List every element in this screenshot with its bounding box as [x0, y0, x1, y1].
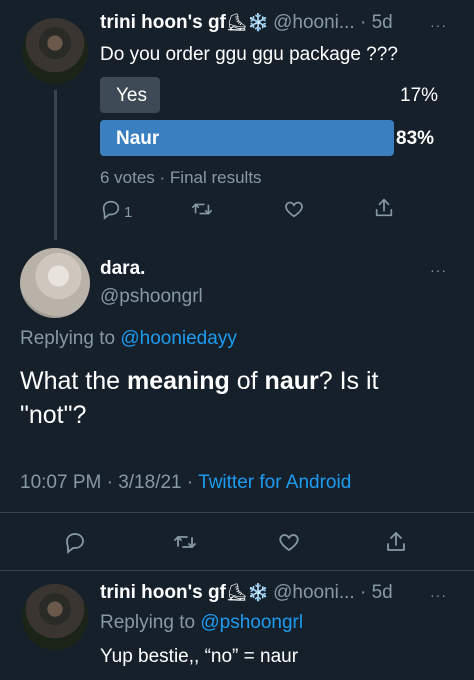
reply-icon[interactable]	[63, 530, 87, 554]
name-emoji: ⛸❄️	[225, 13, 269, 32]
more-icon[interactable]: ···	[430, 17, 447, 33]
tweet-text: What the meaning of naur? Is it "not"?	[20, 364, 440, 432]
author-name[interactable]: dara.	[100, 258, 145, 280]
poll-percent-naur: 83%	[396, 128, 435, 149]
more-icon[interactable]: ···	[430, 587, 447, 603]
poll-option-naur: Naur	[116, 128, 160, 149]
like-icon[interactable]	[277, 530, 301, 554]
replying-to: Replying to @hooniedayy	[20, 328, 237, 350]
text-emphasis: meaning	[127, 367, 230, 395]
avatar[interactable]	[20, 248, 90, 318]
author-handle[interactable]: @pshoongrl	[100, 286, 203, 308]
text-emphasis: naur	[264, 367, 319, 395]
author-name[interactable]: trini hoon's gf	[100, 582, 226, 603]
author-handle-time[interactable]: @hooni... · 5d	[273, 12, 393, 33]
divider	[0, 570, 474, 571]
replying-prefix: Replying to	[100, 612, 201, 633]
divider	[0, 512, 474, 513]
source-link[interactable]: Twitter for Android	[198, 472, 351, 493]
tweet-text: Do you order ggu ggu package ???	[100, 44, 398, 65]
tweet-header: trini hoon's gf⛸❄️ @hooni... · 5d	[100, 582, 393, 604]
timestamp: 10:07 PM · 3/18/21 ·	[20, 472, 199, 493]
avatar[interactable]	[22, 18, 88, 84]
tweet-text: Yup bestie,, “no” = naur	[100, 646, 299, 667]
like-icon[interactable]	[283, 198, 305, 220]
tweet-header: trini hoon's gf⛸❄️ @hooni... · 5d	[100, 12, 393, 34]
author-handle-time[interactable]: @hooni... · 5d	[273, 582, 393, 603]
reply-count: 1	[124, 204, 133, 221]
thread-line	[54, 90, 57, 240]
avatar[interactable]	[22, 584, 88, 650]
retweet-icon[interactable]	[172, 530, 198, 554]
replying-to-link[interactable]: @hooniedayy	[120, 328, 236, 349]
poll-option-yes: Yes	[116, 85, 147, 106]
replying-prefix: Replying to	[20, 328, 121, 349]
share-icon[interactable]	[384, 529, 408, 555]
share-icon[interactable]	[373, 196, 395, 220]
reply-icon[interactable]	[100, 198, 122, 220]
retweet-icon[interactable]	[190, 198, 214, 220]
replying-to-link[interactable]: @pshoongrl	[200, 612, 303, 633]
name-emoji: ⛸❄️	[225, 583, 269, 602]
author-name[interactable]: trini hoon's gf	[100, 12, 226, 33]
tweet-timestamp: 10:07 PM · 3/18/21 · Twitter for Android	[20, 472, 351, 494]
poll-percent-yes: 17%	[400, 85, 439, 106]
text-part: of	[229, 367, 265, 395]
replying-to: Replying to @pshoongrl	[100, 612, 303, 634]
text-part: What the	[20, 367, 127, 395]
poll-meta: 6 votes · Final results	[100, 168, 262, 187]
more-icon[interactable]: ···	[430, 262, 447, 278]
